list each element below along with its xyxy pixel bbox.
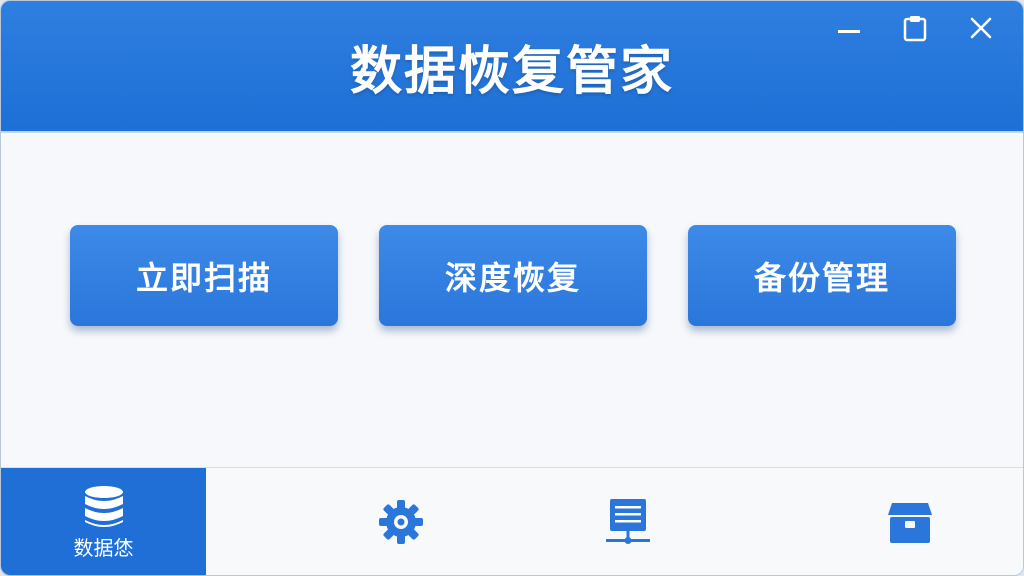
nav-item-server[interactable]: [578, 468, 678, 575]
minimize-icon: [838, 30, 860, 33]
nav-item-settings[interactable]: [351, 468, 451, 575]
archive-box-icon: [888, 503, 932, 543]
title-bar: 数据恢复管家: [1, 1, 1023, 139]
nav-item-archive[interactable]: [860, 468, 960, 575]
close-button[interactable]: [957, 11, 1005, 45]
minimize-button[interactable]: [825, 11, 873, 45]
action-buttons: 立即扫描 深度恢复 备份管理: [70, 225, 956, 326]
database-icon: [84, 486, 123, 527]
close-icon: [970, 17, 992, 39]
nav-item-data[interactable]: 数据恷: [1, 468, 206, 575]
main-panel: 立即扫描 深度恢复 备份管理: [1, 133, 1023, 467]
app-window: 数据恢复管家 立即扫描 深度恢复 备份管理 数据恷: [0, 0, 1024, 576]
scan-now-button[interactable]: 立即扫描: [70, 225, 338, 326]
window-controls: [825, 11, 1005, 45]
clipboard-icon: [903, 16, 927, 42]
restore-button[interactable]: [891, 11, 939, 45]
deep-recovery-button[interactable]: 深度恢复: [379, 225, 647, 326]
backup-management-button[interactable]: 备份管理: [688, 225, 956, 326]
bottom-nav: 数据恷: [1, 467, 1023, 575]
gear-icon: [379, 500, 423, 544]
app-title: 数据恢复管家: [349, 42, 674, 102]
server-network-icon: [606, 499, 650, 544]
nav-label-data: 数据恷: [73, 536, 134, 560]
